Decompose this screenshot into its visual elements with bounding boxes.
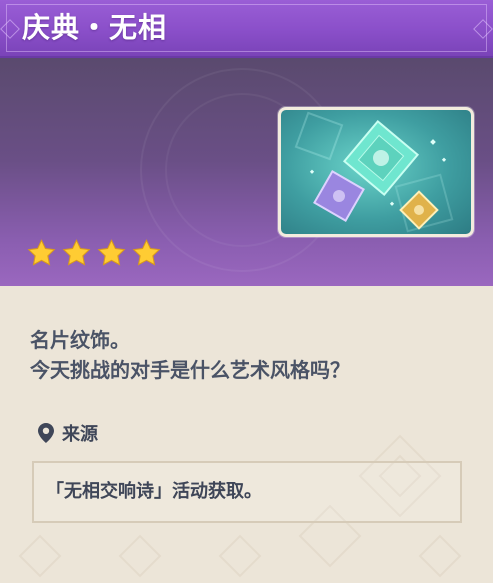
star-icon (132, 239, 161, 266)
source-heading: 来源 (38, 420, 98, 446)
source-text: 「无相交响诗」活动获取。 (46, 481, 262, 502)
source-heading-label: 来源 (62, 424, 98, 445)
description-line: 今天挑战的对手是什么艺术风格吗？ (30, 358, 350, 382)
star-icon (62, 239, 91, 266)
item-title: 庆典・无相 (22, 11, 168, 44)
namecard-artwork (294, 111, 454, 233)
item-card: 庆典・无相 名片纹饰。 今天挑战的对手是什么艺术风格吗？ 来源 「无相交响诗」活… (0, 0, 493, 583)
location-pin-icon (38, 423, 54, 443)
source-box: 「无相交响诗」活动获取。 (32, 461, 462, 523)
title-bar: 庆典・无相 (0, 0, 493, 58)
item-image (278, 107, 474, 237)
star-icon (97, 239, 126, 266)
item-description: 名片纹饰。 今天挑战的对手是什么艺术风格吗？ (30, 325, 470, 385)
description-line: 名片纹饰。 (30, 328, 130, 352)
rarity-stars (26, 238, 162, 272)
star-icon (27, 239, 56, 266)
